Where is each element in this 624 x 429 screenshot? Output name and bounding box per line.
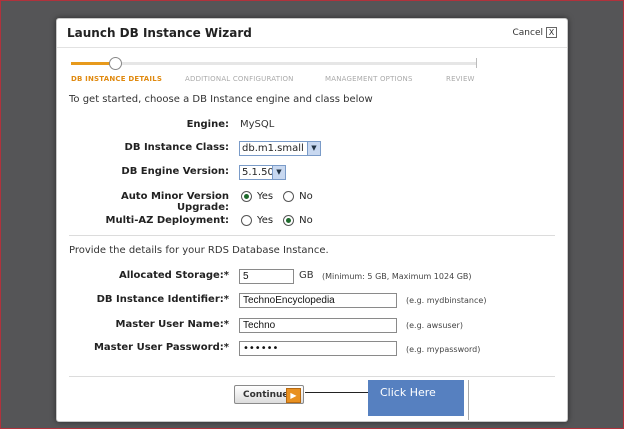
chevron-down-icon[interactable]: ▼ — [307, 142, 320, 155]
instance-identifier-label: DB Instance Identifier:* — [96, 294, 229, 305]
callout-edge-line — [468, 380, 469, 420]
engine-value: MySQL — [240, 119, 275, 130]
footer-divider — [69, 376, 555, 377]
instance-class-label: DB Instance Class: — [124, 142, 229, 153]
progress-end-marker — [476, 58, 477, 68]
password-hint: (e.g. mypassword) — [406, 345, 481, 354]
multi-az-yes-radio[interactable] — [241, 215, 252, 226]
cancel-label: Cancel — [512, 27, 544, 38]
username-hint: (e.g. awsuser) — [406, 321, 463, 330]
master-password-label: Master User Password:* — [93, 342, 229, 353]
auto-minor-upgrade-label: Auto Minor Version Upgrade: — [120, 191, 229, 213]
identifier-hint: (e.g. mydbinstance) — [406, 296, 487, 305]
callout-pointer-line — [305, 392, 370, 393]
storage-unit: GB — [299, 270, 314, 281]
click-here-callout: Click Here — [368, 380, 464, 416]
auto-minor-upgrade-options: Yes No — [241, 191, 313, 202]
arrow-right-icon: ▶ — [286, 388, 301, 403]
wizard-progress-bar — [71, 57, 477, 70]
multi-az-yes-label: Yes — [257, 215, 274, 226]
multi-az-label: Multi-AZ Deployment: — [105, 215, 230, 226]
auto-minor-yes-radio[interactable] — [241, 191, 252, 202]
engine-version-label: DB Engine Version: — [121, 166, 229, 177]
continue-button[interactable]: Continue ▶ — [234, 385, 304, 404]
instance-class-value: db.m1.small — [242, 143, 304, 154]
continue-label: Continue — [243, 389, 289, 400]
engine-label: Engine: — [186, 119, 229, 130]
step-review: REVIEW — [446, 75, 475, 83]
allocated-storage-label: Allocated Storage:* — [118, 270, 229, 281]
engine-version-select[interactable]: 5.1.50 ▼ — [239, 165, 286, 180]
auto-minor-yes-label: Yes — [257, 191, 274, 202]
step-db-instance-details: DB INSTANCE DETAILS — [71, 75, 163, 83]
current-step-marker — [109, 57, 122, 70]
step-additional-configuration: ADDITIONAL CONFIGURATION — [185, 75, 294, 83]
launch-wizard-dialog: Launch DB Instance Wizard Cancel X DB IN… — [56, 18, 568, 422]
chevron-down-icon[interactable]: ▼ — [272, 166, 285, 179]
details-intro-text: Provide the details for your RDS Databas… — [69, 245, 329, 256]
allocated-storage-input[interactable] — [239, 269, 294, 284]
multi-az-no-label: No — [299, 215, 313, 226]
master-password-input[interactable]: •••••• — [239, 341, 397, 356]
engine-intro-text: To get started, choose a DB Instance eng… — [69, 94, 373, 105]
master-username-input[interactable] — [239, 318, 397, 333]
instance-class-select[interactable]: db.m1.small ▼ — [239, 141, 321, 156]
dialog-title-bar: Launch DB Instance Wizard Cancel X — [57, 19, 567, 48]
auto-minor-no-label: No — [299, 191, 313, 202]
section-divider — [69, 235, 555, 236]
dialog-title: Launch DB Instance Wizard — [67, 26, 252, 40]
instance-identifier-input[interactable] — [239, 293, 397, 308]
progress-fill — [71, 62, 111, 65]
master-username-label: Master User Name:* — [115, 319, 229, 330]
multi-az-no-radio[interactable] — [283, 215, 295, 226]
close-icon[interactable]: X — [546, 27, 557, 38]
engine-version-value: 5.1.50 — [242, 167, 274, 178]
master-password-value: •••••• — [243, 343, 279, 354]
cancel-button[interactable]: Cancel X — [512, 27, 557, 38]
storage-hint: (Minimum: 5 GB, Maximum 1024 GB) — [322, 272, 472, 281]
step-management-options: MANAGEMENT OPTIONS — [325, 75, 413, 83]
multi-az-options: Yes No — [241, 215, 313, 226]
auto-minor-no-radio[interactable] — [283, 191, 295, 202]
